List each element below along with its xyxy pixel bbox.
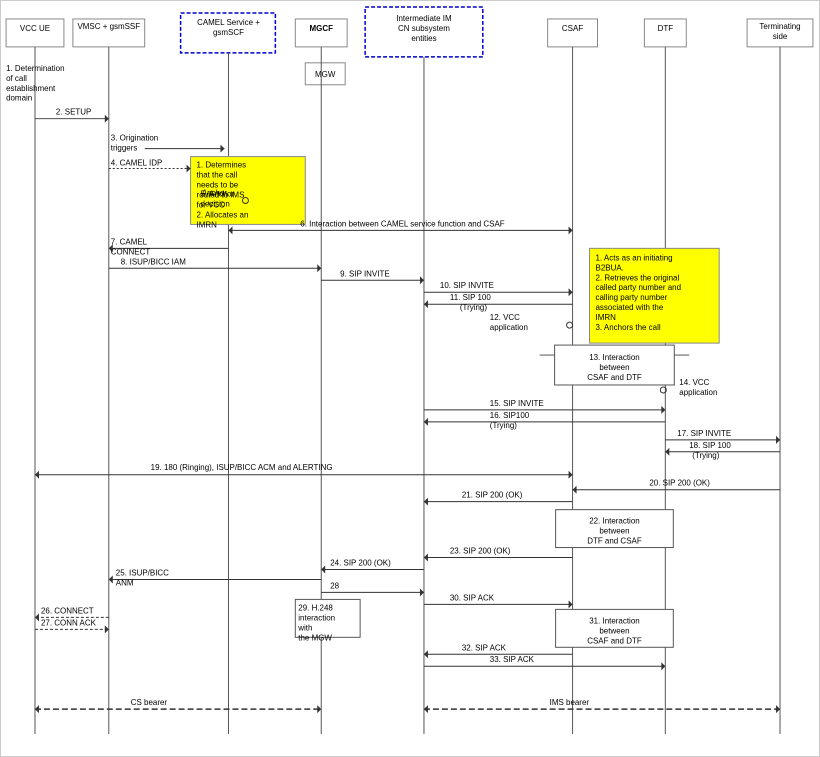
svg-text:27. CONN ACK: 27. CONN ACK [41,618,97,627]
svg-text:10. SIP INVITE: 10. SIP INVITE [440,281,494,290]
svg-text:2. Retrieves the original: 2. Retrieves the original [596,273,680,282]
svg-text:IMRN: IMRN [197,220,218,229]
svg-text:CSAF and DTF: CSAF and DTF [587,373,642,382]
svg-text:CS bearer: CS bearer [131,698,168,707]
svg-text:6. Interaction between CAMEL s: 6. Interaction between CAMEL service fun… [300,219,504,228]
svg-text:12. VCC: 12. VCC [490,313,520,322]
svg-text:associated with the: associated with the [596,303,664,312]
svg-text:(Trying): (Trying) [490,421,517,430]
svg-text:16. SIP100: 16. SIP100 [490,411,530,420]
svg-text:14. VCC: 14. VCC [679,378,709,387]
svg-text:entities: entities [411,34,436,43]
svg-text:MGW: MGW [315,70,336,79]
svg-text:CAMEL Service +: CAMEL Service + [197,18,260,27]
svg-text:19. 180 (Ringing), ISUP/BICC A: 19. 180 (Ringing), ISUP/BICC ACM and ALE… [151,463,333,472]
svg-text:18. SIP 100: 18. SIP 100 [689,441,731,450]
svg-text:22. Interaction: 22. Interaction [589,517,640,526]
svg-text:between: between [599,626,629,635]
svg-text:2. SETUP: 2. SETUP [56,108,91,117]
svg-text:with: with [297,623,312,632]
svg-text:2. Allocates an: 2. Allocates an [197,210,249,219]
svg-text:MGCF: MGCF [310,24,334,33]
svg-text:7. CAMEL: 7. CAMEL [111,237,148,246]
svg-text:CN subsystem: CN subsystem [398,24,450,33]
svg-text:9. SIP INVITE: 9. SIP INVITE [340,269,389,278]
svg-text:calling party number: calling party number [596,293,668,302]
svg-text:between: between [599,363,629,372]
svg-text:13. Interaction: 13. Interaction [589,353,640,362]
svg-text:3. Anchors the call: 3. Anchors the call [596,323,661,332]
svg-text:(Trying): (Trying) [692,451,719,460]
svg-text:interaction: interaction [298,613,335,622]
svg-text:8. ISUP/BICC IAM: 8. ISUP/BICC IAM [121,257,186,266]
diagram-area: VCC UE VMSC + gsmSSF CAMEL Service + gsm… [1,1,819,756]
svg-text:domain: domain [6,94,32,103]
svg-text:side: side [773,32,788,41]
svg-text:20. SIP 200 (OK): 20. SIP 200 (OK) [649,479,710,488]
svg-text:VCC UE: VCC UE [20,24,50,33]
svg-text:application: application [679,388,717,397]
svg-text:(Trying): (Trying) [460,303,487,312]
svg-text:CSAF and DTF: CSAF and DTF [587,636,642,645]
svg-text:VMSC + gsmSSF: VMSC + gsmSSF [77,22,140,31]
svg-text:IMS bearer: IMS bearer [550,698,590,707]
svg-text:establishment: establishment [6,84,56,93]
svg-text:that the call: that the call [197,171,238,180]
svg-text:gsmSCF: gsmSCF [213,28,244,37]
svg-text:21. SIP 200 (OK): 21. SIP 200 (OK) [462,491,523,500]
svg-text:1. Acts as an initiating: 1. Acts as an initiating [596,253,673,262]
svg-text:IMRN: IMRN [596,313,617,322]
svg-text:Terminating: Terminating [759,22,800,31]
svg-text:called party number and: called party number and [596,283,682,292]
svg-text:application: application [490,323,528,332]
svg-text:DTF and CSAF: DTF and CSAF [587,537,642,546]
svg-text:between: between [599,527,629,536]
svg-text:25. ISUP/BICC: 25. ISUP/BICC [116,568,169,577]
svg-text:DTF: DTF [658,24,674,33]
svg-text:triggers: triggers [111,144,138,153]
svg-text:Anchor: Anchor [201,188,228,197]
svg-text:33. SIP ACK: 33. SIP ACK [490,655,535,664]
svg-text:30. SIP ACK: 30. SIP ACK [450,593,495,602]
svg-text:of call: of call [6,74,27,83]
svg-text:4. CAMEL IDP: 4. CAMEL IDP [111,159,163,168]
svg-text:29. H.248: 29. H.248 [298,603,333,612]
svg-text:24. SIP 200 (OK): 24. SIP 200 (OK) [330,559,391,568]
svg-text:ANM: ANM [116,578,134,587]
svg-text:CONNECT: CONNECT [111,247,151,256]
svg-text:32. SIP ACK: 32. SIP ACK [462,643,507,652]
page-container: VCC UE VMSC + gsmSSF CAMEL Service + gsm… [0,0,820,757]
svg-text:CSAF: CSAF [562,24,583,33]
svg-text:the MGW: the MGW [298,633,332,642]
svg-text:28: 28 [330,581,339,590]
svg-text:26. CONNECT: 26. CONNECT [41,606,94,615]
svg-text:1. Determination: 1. Determination [6,64,64,73]
svg-text:15. SIP INVITE: 15. SIP INVITE [490,399,544,408]
svg-text:Intermediate IM: Intermediate IM [396,14,451,23]
svg-text:17. SIP INVITE: 17. SIP INVITE [677,429,731,438]
svg-text:decision: decision [201,199,230,208]
svg-text:31. Interaction: 31. Interaction [589,616,640,625]
svg-text:3. Origination: 3. Origination [111,134,158,143]
svg-text:23. SIP 200 (OK): 23. SIP 200 (OK) [450,547,511,556]
svg-text:1. Determines: 1. Determines [197,161,247,170]
svg-text:11. SIP 100: 11. SIP 100 [450,293,491,302]
svg-text:B2BUA.: B2BUA. [596,263,624,272]
